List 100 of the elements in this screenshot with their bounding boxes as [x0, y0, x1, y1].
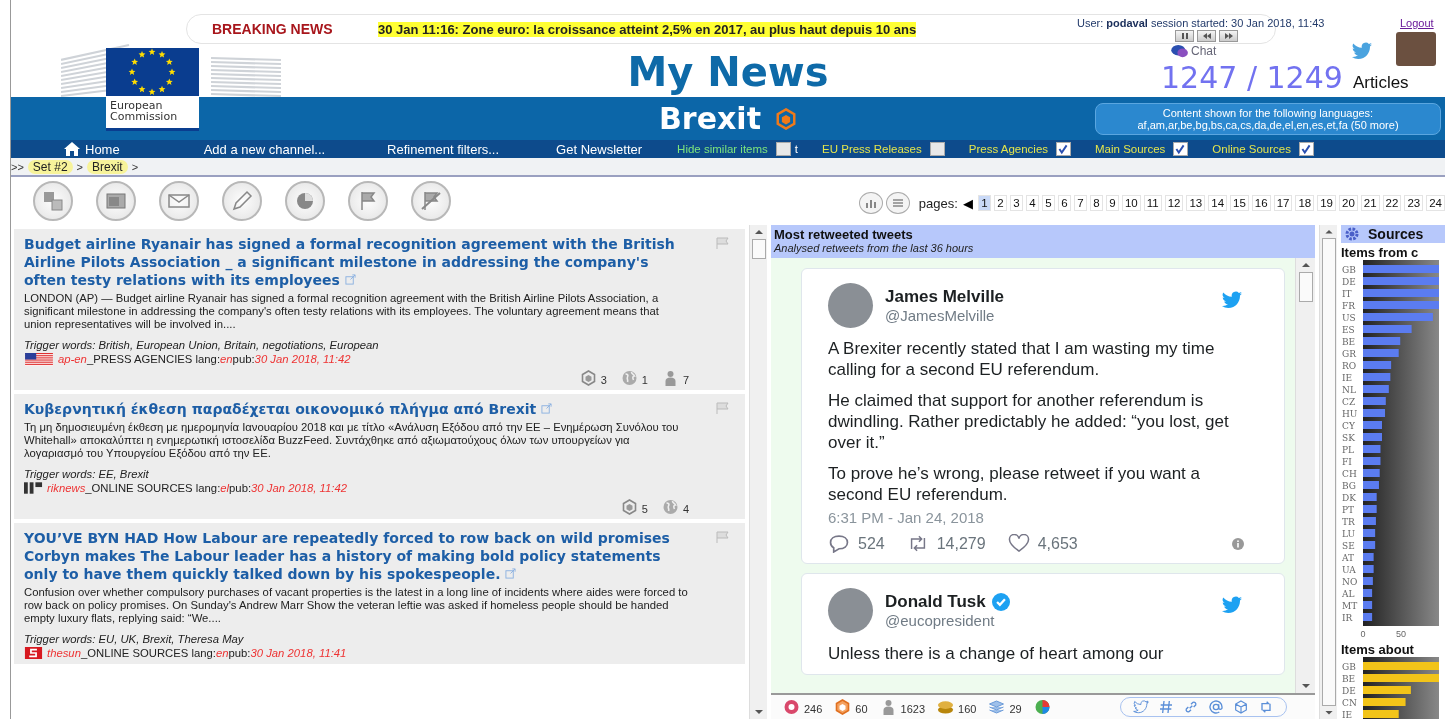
pencil-icon[interactable] [222, 181, 262, 221]
page-link[interactable]: 2 [993, 195, 1007, 211]
page-link[interactable]: 22 [1382, 195, 1402, 211]
bar[interactable] [1363, 493, 1377, 501]
scrollbar[interactable] [1295, 258, 1315, 693]
author-handle[interactable]: @eucopresident [885, 612, 1208, 629]
home-link[interactable]: Home [64, 141, 120, 157]
logout-link[interactable]: Logout [1400, 17, 1434, 29]
page-link[interactable]: 20 [1339, 195, 1358, 211]
bar-chart-icon[interactable] [858, 192, 883, 214]
page-link[interactable]: 3 [1009, 195, 1023, 211]
bar[interactable] [1363, 553, 1374, 561]
bar[interactable] [1363, 445, 1381, 453]
page-link[interactable]: 21 [1360, 195, 1380, 211]
bar[interactable] [1363, 373, 1391, 381]
scroll-down-icon[interactable] [1324, 709, 1333, 715]
author-name[interactable]: James Melville [885, 287, 1005, 307]
bar[interactable] [1363, 710, 1399, 718]
author-handle[interactable]: @JamesMelville [885, 307, 1208, 324]
bar[interactable] [1363, 337, 1401, 345]
external-link-icon[interactable] [505, 568, 517, 579]
scroll-up-icon[interactable] [1301, 262, 1310, 268]
page-link[interactable]: 11 [1143, 195, 1162, 211]
bar[interactable] [1363, 469, 1380, 477]
retweet-icon[interactable] [1258, 699, 1274, 715]
article-title[interactable]: YOU’VE BYN HAD How Labour are repeatedly forced to row back on wild promises Corbyn makes The Labour leader has a history of making bold policy statements only to have them quickly talked down by his spokespeople. [24, 529, 689, 583]
bar[interactable] [1363, 457, 1381, 465]
external-link-icon[interactable] [541, 403, 553, 414]
window-icon[interactable] [96, 181, 136, 221]
rewind-button[interactable] [1197, 30, 1216, 42]
info-icon[interactable] [1232, 537, 1244, 550]
bar[interactable] [1363, 505, 1377, 513]
bar[interactable] [1363, 529, 1376, 537]
reply-icon[interactable] [828, 534, 850, 553]
crossed-flag-icon[interactable] [411, 181, 451, 221]
at-sign-icon[interactable] [1208, 699, 1224, 715]
link-icon[interactable] [1183, 699, 1199, 715]
headline[interactable]: 30 Jan 11:16: Zone euro: la croissance atteint 2,5% en 2017, au plus haut depuis 10 ans [378, 21, 917, 37]
bar[interactable] [1363, 541, 1376, 549]
settings-icon[interactable] [1344, 226, 1360, 242]
previous-page-button[interactable]: ◀ [960, 195, 975, 211]
list-icon[interactable] [885, 192, 910, 214]
bird-icon[interactable] [1220, 289, 1244, 311]
page-link[interactable]: 15 [1230, 195, 1249, 211]
pie-chart-icon[interactable] [285, 181, 325, 221]
scrollbar-thumb[interactable] [1298, 272, 1313, 302]
bar[interactable] [1363, 613, 1373, 621]
hashtag-icon[interactable] [1158, 699, 1174, 715]
bar[interactable] [1363, 698, 1406, 706]
page-link[interactable]: 13 [1186, 195, 1206, 211]
pause-button[interactable] [1175, 30, 1194, 42]
checkbox[interactable] [929, 142, 945, 156]
scrollbar[interactable] [1319, 225, 1337, 719]
page-link[interactable]: 12 [1164, 195, 1184, 211]
scrollbar-thumb[interactable] [1321, 238, 1336, 706]
page-link[interactable]: 16 [1251, 195, 1271, 211]
external-link-icon[interactable] [344, 274, 356, 285]
page-link[interactable]: 1 [977, 195, 991, 211]
language-info[interactable]: Content shown for the following languages: af,am,ar,be,bg,bs,ca,cs,da,de,el,en,es,et,fa (50 more) [1095, 102, 1441, 135]
checkbox[interactable] [1298, 142, 1314, 156]
bar[interactable] [1363, 565, 1374, 573]
envelope-icon[interactable] [159, 181, 199, 221]
bar[interactable] [1363, 601, 1373, 609]
page-link[interactable]: 8 [1089, 195, 1103, 211]
scrollbar[interactable] [749, 225, 767, 719]
bar[interactable] [1363, 361, 1392, 369]
nav-link[interactable]: Add a new channel... [203, 141, 326, 157]
author-name[interactable]: Donald Tusk [885, 592, 986, 612]
checkbox[interactable] [775, 142, 791, 156]
nav-link[interactable]: Refinement filters... [387, 141, 500, 157]
article-title[interactable]: Κυβερνητική έκθεση παραδέχεται οικονομικό πλήγμα από Brexit [24, 400, 689, 418]
translate-icon[interactable] [33, 181, 73, 221]
page-link[interactable]: 23 [1404, 195, 1424, 211]
chat-button[interactable]: Chat [1171, 44, 1217, 58]
flag-icon[interactable] [715, 237, 731, 249]
page-link[interactable]: 14 [1208, 195, 1228, 211]
bird-icon[interactable] [1220, 594, 1244, 616]
bar[interactable] [1363, 409, 1386, 417]
page-link[interactable]: 19 [1317, 195, 1336, 211]
flag-icon[interactable] [348, 181, 388, 221]
nav-link[interactable]: Get Newsletter [556, 141, 643, 157]
article-title[interactable]: Budget airline Ryanair has signed a formal recognition agreement with the British Airline Pilots Association _ a significant milestone in addressing the company's often testy relations with its employees [24, 235, 689, 289]
checkbox[interactable] [1173, 142, 1189, 156]
scroll-down-icon[interactable] [1301, 683, 1310, 689]
page-link[interactable]: 18 [1295, 195, 1315, 211]
flag-icon[interactable] [715, 402, 731, 414]
page-link[interactable]: 4 [1025, 195, 1039, 211]
breadcrumb-item[interactable]: Brexit [87, 159, 128, 174]
fast-forward-button[interactable] [1219, 30, 1238, 42]
breadcrumb-item[interactable]: Set #2 [27, 159, 73, 174]
bar[interactable] [1363, 589, 1373, 597]
page-link[interactable]: 17 [1273, 195, 1293, 211]
scroll-up-icon[interactable] [1324, 229, 1333, 235]
page-link[interactable]: 9 [1105, 195, 1119, 211]
heart-icon[interactable] [1007, 534, 1030, 553]
page-link[interactable]: 24 [1426, 195, 1445, 211]
page-link[interactable]: 6 [1057, 195, 1071, 211]
scroll-down-icon[interactable] [754, 709, 763, 715]
bird-icon[interactable] [1133, 699, 1149, 715]
cube-icon[interactable] [1233, 699, 1249, 715]
